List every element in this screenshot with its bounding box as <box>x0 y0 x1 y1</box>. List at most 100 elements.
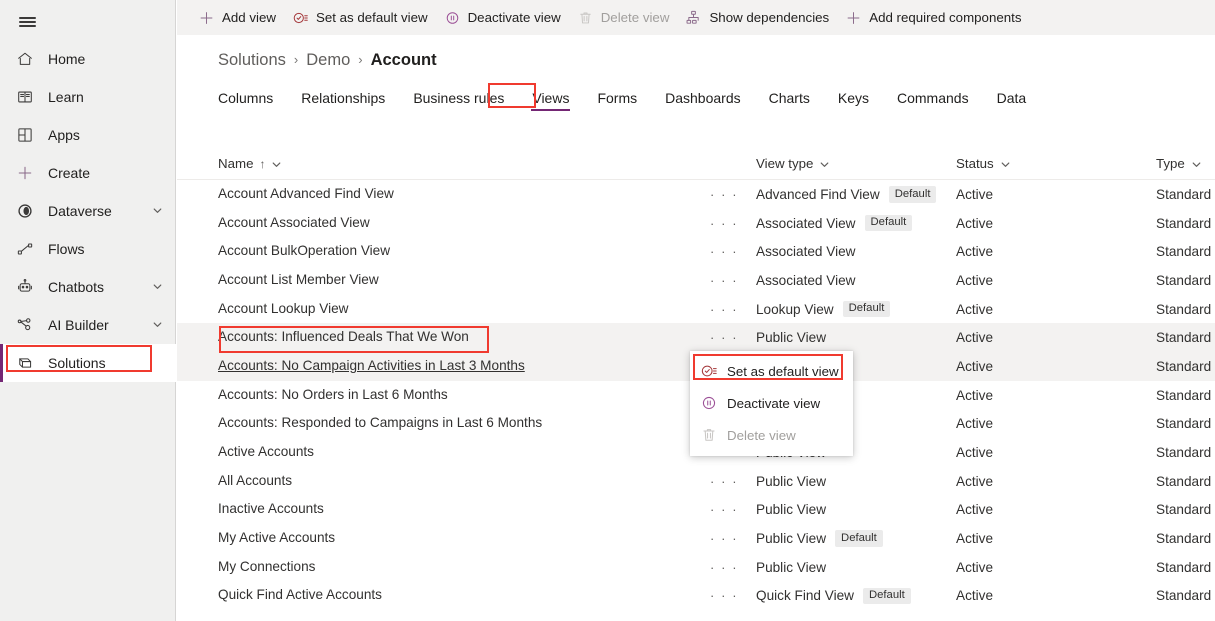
sidebar-item-solutions[interactable]: Solutions <box>0 344 176 382</box>
more-options-icon[interactable]: · · · <box>708 531 738 546</box>
cell-name[interactable]: Active Accounts <box>218 445 708 460</box>
tab-forms[interactable]: Forms <box>597 90 637 113</box>
command-add-view[interactable]: Add view <box>198 0 276 35</box>
cell-name[interactable]: Account BulkOperation View <box>218 244 708 259</box>
sidebar-item-ai-builder[interactable]: AI Builder <box>0 306 176 344</box>
cell-row-actions[interactable]: · · · <box>708 273 756 288</box>
cell-row-actions[interactable]: · · · <box>708 474 756 489</box>
view-name-link[interactable]: Quick Find Active Accounts <box>218 588 382 603</box>
more-options-icon[interactable]: · · · <box>708 502 738 517</box>
tab-commands[interactable]: Commands <box>897 90 969 113</box>
table-row[interactable]: My Active Accounts · · · Public View Defaul… <box>177 524 1215 553</box>
view-name-link[interactable]: Accounts: No Campaign Activities in Last… <box>218 359 525 374</box>
more-options-icon[interactable]: · · · <box>708 244 738 259</box>
chevron-down-icon[interactable] <box>1191 159 1201 169</box>
cell-name[interactable]: My Active Accounts <box>218 531 708 546</box>
table-row[interactable]: Account BulkOperation View · · · Associate… <box>177 237 1215 266</box>
hamburger-icon[interactable] <box>10 6 44 38</box>
view-name-link[interactable]: Accounts: No Orders in Last 6 Months <box>218 388 448 403</box>
table-row[interactable]: Account List Member View · · · Associated … <box>177 266 1215 295</box>
cell-name[interactable]: Account Advanced Find View <box>218 187 708 202</box>
table-row[interactable]: Quick Find Active Accounts · · · Quick Fin… <box>177 582 1215 611</box>
chevron-down-icon[interactable] <box>152 205 164 217</box>
cell-name[interactable]: Account Associated View <box>218 216 708 231</box>
command-show-dependencies[interactable]: Show dependencies <box>685 0 829 35</box>
cell-row-actions[interactable]: · · · <box>708 216 756 231</box>
sidebar-item-flows[interactable]: Flows <box>0 230 176 268</box>
table-row[interactable]: My Connections · · · Public View Active Stan… <box>177 553 1215 582</box>
cell-name[interactable]: Accounts: No Orders in Last 6 Months <box>218 388 708 403</box>
cell-row-actions[interactable]: · · · <box>708 502 756 517</box>
view-name-link[interactable]: Account List Member View <box>218 273 379 288</box>
sidebar-item-dataverse[interactable]: Dataverse <box>0 192 176 230</box>
cell-row-actions[interactable]: · · · <box>708 330 756 345</box>
command-set-as-default-view[interactable]: Set as default view <box>292 0 428 35</box>
cell-name[interactable]: Inactive Accounts <box>218 502 708 517</box>
view-name-link[interactable]: Account Associated View <box>218 216 370 231</box>
tab-relationships[interactable]: Relationships <box>301 90 385 113</box>
cell-name[interactable]: Accounts: Influenced Deals That We Won <box>218 330 708 345</box>
more-options-icon[interactable]: · · · <box>708 474 738 489</box>
table-row[interactable]: Accounts: Influenced Deals That We Won · … <box>177 323 1215 353</box>
tab-dashboards[interactable]: Dashboards <box>665 90 741 113</box>
sidebar-item-create[interactable]: Create <box>0 154 176 192</box>
cell-name[interactable]: Quick Find Active Accounts <box>218 588 708 603</box>
menu-item-deactivate-view[interactable]: Deactivate view <box>690 387 853 419</box>
more-options-icon[interactable]: · · · <box>708 560 738 575</box>
view-name-link[interactable]: Accounts: Influenced Deals That We Won <box>218 330 469 345</box>
table-row[interactable]: Account Associated View · · · Associated V… <box>177 209 1215 238</box>
sidebar-item-apps[interactable]: Apps <box>0 116 176 154</box>
tab-views[interactable]: Views <box>531 90 571 113</box>
cell-name[interactable]: All Accounts <box>218 474 708 489</box>
command-add-required-components[interactable]: Add required components <box>845 0 1021 35</box>
cell-row-actions[interactable]: · · · <box>708 187 756 202</box>
column-header-name[interactable]: Name ↑ <box>218 156 756 171</box>
more-options-icon[interactable]: · · · <box>708 216 738 231</box>
cell-name[interactable]: My Connections <box>218 560 708 575</box>
view-name-link[interactable]: Account Lookup View <box>218 302 349 317</box>
view-name-link[interactable]: Active Accounts <box>218 445 314 460</box>
more-options-icon[interactable]: · · · <box>708 273 738 288</box>
cell-row-actions[interactable]: · · · <box>708 588 756 603</box>
cell-row-actions[interactable]: · · · <box>708 560 756 575</box>
tab-data[interactable]: Data <box>997 90 1027 113</box>
chevron-down-icon[interactable] <box>271 159 281 169</box>
column-header-status[interactable]: Status <box>956 156 1156 171</box>
column-header-type[interactable]: Type <box>1156 156 1215 171</box>
sidebar-item-chatbots[interactable]: Chatbots <box>0 268 176 306</box>
table-row[interactable]: All Accounts · · · Public View Active Standa… <box>177 467 1215 496</box>
view-name-link[interactable]: Accounts: Responded to Campaigns in Last… <box>218 416 542 431</box>
menu-item-set-as-default-view[interactable]: Set as default view <box>690 355 853 387</box>
more-options-icon[interactable]: · · · <box>708 302 738 317</box>
view-name-link[interactable]: Account Advanced Find View <box>218 187 394 202</box>
table-row[interactable]: Inactive Accounts · · · Public View Active S… <box>177 496 1215 525</box>
breadcrumb-item-demo[interactable]: Demo <box>306 51 350 70</box>
sidebar-item-learn[interactable]: Learn <box>0 78 176 116</box>
tab-keys[interactable]: Keys <box>838 90 869 113</box>
cell-row-actions[interactable]: · · · <box>708 531 756 546</box>
command-deactivate-view[interactable]: Deactivate view <box>444 0 561 35</box>
cell-name[interactable]: Account Lookup View <box>218 302 708 317</box>
cell-name[interactable]: Accounts: Responded to Campaigns in Last… <box>218 416 708 431</box>
chevron-down-icon[interactable] <box>152 281 164 293</box>
chevron-down-icon[interactable] <box>1000 159 1010 169</box>
chevron-down-icon[interactable] <box>152 319 164 331</box>
cell-row-actions[interactable]: · · · <box>708 302 756 317</box>
cell-name[interactable]: Account List Member View <box>218 273 708 288</box>
more-options-icon[interactable]: · · · <box>708 588 738 603</box>
chevron-down-icon[interactable] <box>819 159 829 169</box>
table-row[interactable]: Account Advanced Find View · · · Advanced … <box>177 180 1215 209</box>
tab-columns[interactable]: Columns <box>218 90 273 113</box>
more-options-icon[interactable]: · · · <box>708 187 738 202</box>
breadcrumb-item-solutions[interactable]: Solutions <box>218 51 286 70</box>
sidebar-item-home[interactable]: Home <box>0 40 176 78</box>
tab-business-rules[interactable]: Business rules <box>413 90 504 113</box>
tab-charts[interactable]: Charts <box>769 90 810 113</box>
view-name-link[interactable]: Account BulkOperation View <box>218 244 390 259</box>
view-name-link[interactable]: My Active Accounts <box>218 531 335 546</box>
more-options-icon[interactable]: · · · <box>708 330 738 345</box>
view-name-link[interactable]: All Accounts <box>218 474 292 489</box>
table-row[interactable]: Account Lookup View · · · Lookup View Defau… <box>177 295 1215 324</box>
cell-row-actions[interactable]: · · · <box>708 244 756 259</box>
cell-name[interactable]: Accounts: No Campaign Activities in Last… <box>218 359 708 374</box>
